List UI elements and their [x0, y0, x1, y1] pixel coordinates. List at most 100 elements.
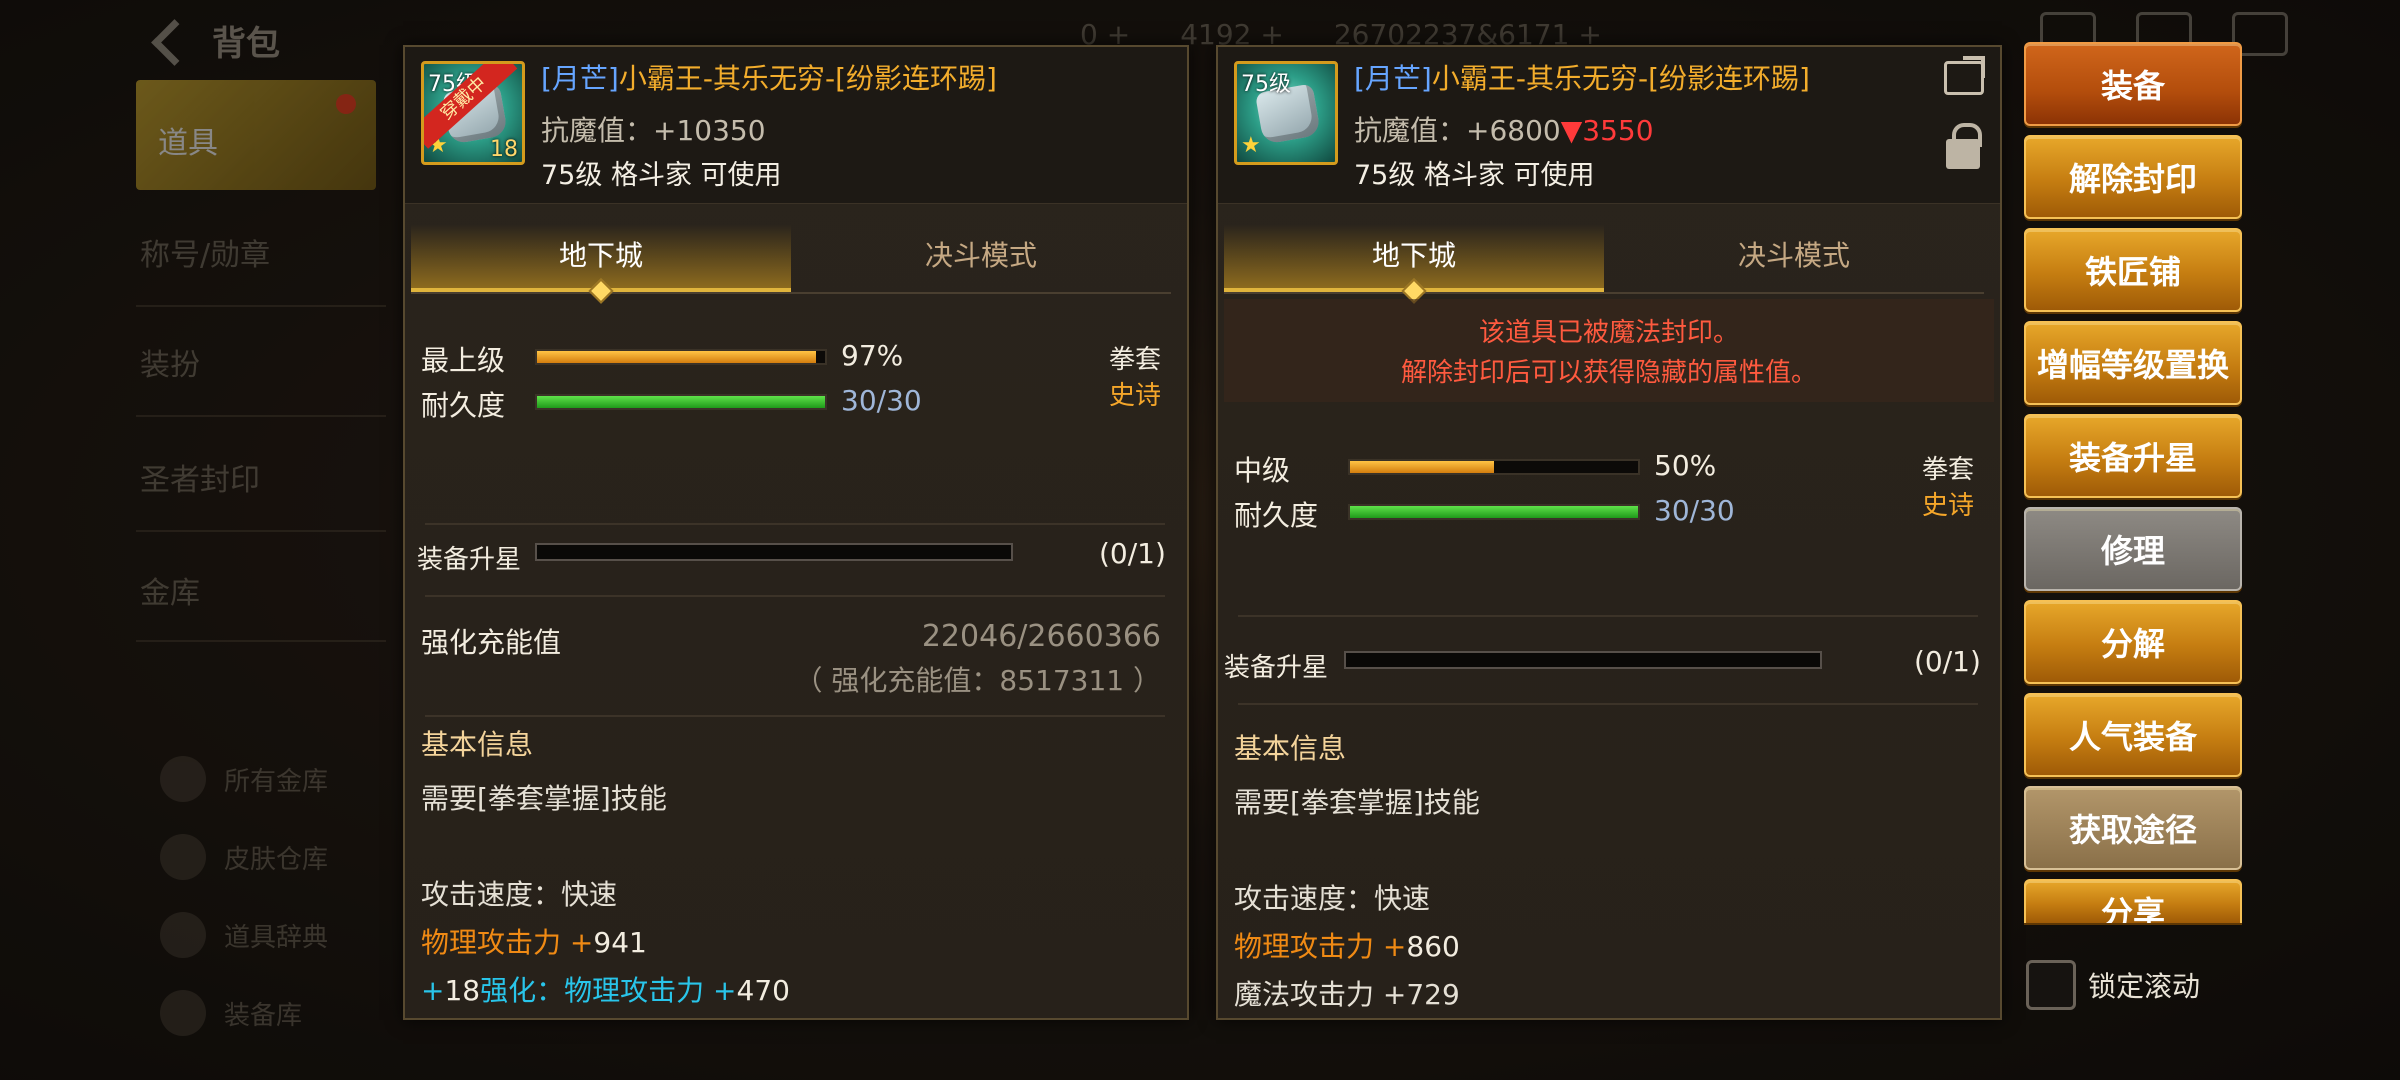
icon-count: 18 [490, 137, 518, 162]
star-up-button[interactable]: 装备升星 [2024, 414, 2242, 498]
basic-info-title: 基本信息 [421, 728, 534, 761]
gauntlet-icon: 75级 ★ [1234, 61, 1338, 165]
star-up-label: 装备升星 [1224, 653, 1329, 683]
seal-message-1: 该道具已被魔法封印。 [1478, 318, 1739, 348]
star-up-count: (0/1) [1099, 537, 1166, 570]
durability-bar-fill [1350, 506, 1638, 518]
mode-tabs: 地下城 决斗模式 [1224, 224, 1984, 294]
grade-value: 97% [841, 339, 904, 372]
grade-bar-fill [537, 351, 817, 363]
durability-value: 30/30 [1654, 494, 1735, 527]
equipped-item-tooltip: 75级 ★ 18 穿戴中 [月芒]小霸王-其乐无穷-[纷影连环踢] 抗魔值：+1… [403, 45, 1189, 1020]
star-icon: ★ [1241, 133, 1261, 158]
mode-tabs: 地下城 决斗模式 [411, 224, 1171, 294]
durability-label: 耐久度 [421, 389, 506, 422]
physical-attack-value: 860 [1406, 930, 1460, 963]
durability-bar [1348, 504, 1640, 520]
divider [425, 715, 1165, 717]
durability-label: 耐久度 [1234, 499, 1319, 532]
enhance-line: +18强化：物理攻击力 +470 [421, 969, 790, 1009]
share-button[interactable]: 分享 [2024, 879, 2242, 923]
resist-line: 抗魔值：+10350 [541, 109, 766, 149]
grade-value: 50% [1654, 449, 1717, 482]
attack-speed: 攻击速度：快速 [421, 878, 618, 911]
amplify-transfer-button[interactable]: 增幅等级置换 [2024, 321, 2242, 405]
charge-label: 强化充能值 [421, 626, 562, 659]
tooltip-header: 75级 ★ [月芒]小霸王-其乐无穷-[纷影连环踢] 抗魔值：+6800▼355… [1218, 47, 2000, 204]
seal-message-2: 解除封印后可以获得隐藏的属性值。 [1400, 358, 1817, 388]
unseal-button[interactable]: 解除封印 [2024, 135, 2242, 219]
disassemble-button[interactable]: 分解 [2024, 600, 2242, 684]
grade-bar [1348, 459, 1640, 475]
item-rarity: 史诗 [1921, 491, 1974, 521]
grade-label: 中级 [1234, 454, 1291, 487]
magic-attack: 魔法攻击力 +729 [1234, 978, 1460, 1011]
star-up-bar [535, 543, 1013, 561]
resist-label: 抗魔值： [541, 114, 654, 147]
durability-bar [535, 394, 827, 410]
enhance-label: 强化： [480, 974, 565, 1007]
blacksmith-button[interactable]: 铁匠铺 [2024, 228, 2242, 312]
star-up-count: (0/1) [1914, 645, 1981, 678]
item-type: 拳套 [1108, 345, 1161, 375]
equip-button[interactable]: 装备 [2024, 42, 2242, 126]
lock-scroll-toggle[interactable]: 锁定滚动 [2026, 960, 2200, 1010]
repair-button[interactable]: 修理 [2024, 507, 2242, 591]
attack-speed: 攻击速度：快速 [1234, 882, 1431, 915]
grade-bar-fill [1350, 461, 1494, 473]
charge-value: 22046/2660366 [921, 619, 1161, 654]
durability-bar-fill [537, 396, 825, 408]
resist-diff: ▼3550 [1560, 114, 1654, 147]
usable-line: 75级 格斗家 可使用 [541, 160, 782, 191]
skill-requirement: 需要[拳套掌握]技能 [1234, 786, 1480, 819]
tab-dungeon[interactable]: 地下城 [411, 224, 791, 292]
grade-label: 最上级 [421, 344, 506, 377]
selected-item-tooltip: 75级 ★ [月芒]小霸王-其乐无穷-[纷影连环踢] 抗魔值：+6800▼355… [1216, 45, 2002, 1020]
divider [1238, 615, 1978, 617]
enhance-level: 18 [444, 974, 481, 1007]
divider [425, 595, 1165, 597]
item-name-text: 小霸王-其乐无穷-[纷影连环踢] [618, 62, 997, 95]
item-name-prefix: [月芒] [1354, 62, 1432, 95]
item-type: 拳套 [1921, 455, 1974, 485]
lock-scroll-checkbox[interactable] [2026, 960, 2076, 1010]
physical-attack-value: 941 [593, 926, 647, 959]
resist-value: +6800 [1466, 114, 1561, 147]
share-icon[interactable] [1944, 56, 1985, 95]
item-name-text: 小霸王-其乐无穷-[纷影连环踢] [1431, 62, 1810, 95]
basic-info-title: 基本信息 [1234, 732, 1347, 765]
gauntlet-icon: 75级 ★ 18 穿戴中 [421, 61, 525, 165]
resist-label: 抗魔值： [1354, 114, 1467, 147]
tab-duel[interactable]: 决斗模式 [1604, 224, 1984, 292]
icon-level: 75级 [1241, 72, 1291, 97]
physical-attack: 物理攻击力 +941 [421, 921, 647, 961]
star-up-label: 装备升星 [417, 545, 522, 575]
divider [1238, 703, 1978, 705]
divider [425, 523, 1165, 525]
physical-attack: 物理攻击力 +860 [1234, 925, 1460, 965]
item-rarity: 史诗 [1108, 381, 1161, 411]
usable-line: 75级 格斗家 可使用 [1354, 160, 1595, 191]
popular-gear-button[interactable]: 人气装备 [2024, 693, 2242, 777]
enhance-plus: + [421, 974, 445, 1007]
durability-value: 30/30 [841, 384, 922, 417]
lock-icon[interactable] [1946, 123, 1982, 169]
tab-duel[interactable]: 决斗模式 [791, 224, 1171, 292]
tab-dungeon[interactable]: 地下城 [1224, 224, 1604, 292]
obtain-source-button[interactable]: 获取途径 [2024, 786, 2242, 870]
enhance-stat: 物理攻击力 + [564, 974, 737, 1007]
resist-value: +10350 [653, 114, 766, 147]
item-name: [月芒]小霸王-其乐无穷-[纷影连环踢] [541, 57, 997, 97]
skill-requirement: 需要[拳套掌握]技能 [421, 782, 667, 815]
grade-bar [535, 349, 827, 365]
physical-attack-label: 物理攻击力 + [421, 926, 594, 959]
resist-line: 抗魔值：+6800▼3550 [1354, 109, 1654, 149]
physical-attack-label: 物理攻击力 + [1234, 930, 1407, 963]
lock-scroll-label: 锁定滚动 [2088, 970, 2201, 1003]
item-name-prefix: [月芒] [541, 62, 619, 95]
tooltip-header: 75级 ★ 18 穿戴中 [月芒]小霸王-其乐无穷-[纷影连环踢] 抗魔值：+1… [405, 47, 1187, 204]
enhance-value: 470 [736, 974, 790, 1007]
item-name: [月芒]小霸王-其乐无穷-[纷影连环踢] [1354, 57, 1810, 97]
star-up-bar [1344, 651, 1822, 669]
charge-total: （ 强化充能值：8517311 ） [794, 664, 1161, 697]
